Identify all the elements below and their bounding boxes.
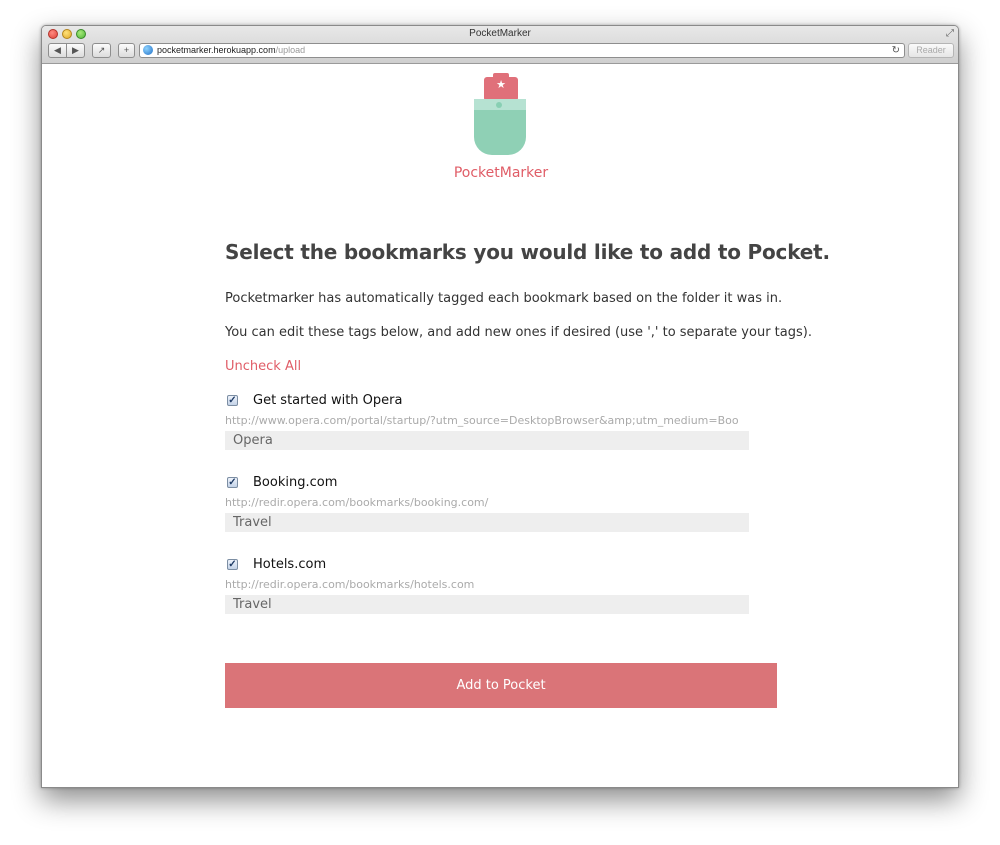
pocketmarker-logo: ★ (472, 73, 528, 161)
forward-arrow-icon: ▶ (72, 45, 79, 55)
checkmark-icon: ✓ (228, 395, 237, 406)
checkmark-icon: ✓ (228, 477, 237, 488)
globe-icon (143, 45, 153, 55)
page-title: Select the bookmarks you would like to a… (225, 240, 830, 264)
reader-button[interactable]: Reader (908, 43, 954, 58)
share-icon: ↗ (97, 45, 106, 55)
url-host: pocketmarker.herokuapp.com (157, 45, 276, 55)
intro-text: Pocketmarker has automatically tagged ea… (225, 291, 783, 306)
url-path: /upload (275, 45, 306, 55)
bookmark-tags-input[interactable] (225, 595, 749, 614)
bookmark-title: Get started with Opera (253, 393, 403, 408)
star-icon: ★ (496, 79, 506, 91)
back-arrow-icon: ◀ (54, 45, 61, 55)
bookmark-title: Booking.com (253, 475, 338, 490)
logo-button-dot (496, 102, 502, 108)
window-title: PocketMarker (469, 28, 531, 39)
checkmark-icon: ✓ (228, 559, 237, 570)
logo-pocket (474, 110, 526, 155)
plus-icon: + (123, 45, 130, 55)
page-content: ★ PocketMarker Select the bookmarks you … (42, 65, 958, 787)
bookmark-tags-input[interactable] (225, 513, 749, 532)
browser-window: PocketMarker ⤢ ◀ ▶ ↗ + pocketmarker.hero… (41, 25, 959, 788)
bookmark-title: Hotels.com (253, 557, 327, 572)
new-tab-button[interactable]: + (118, 43, 135, 58)
uncheck-all-link[interactable]: Uncheck All (225, 359, 301, 374)
bookmark-url: http://redir.opera.com/bookmarks/hotels.… (225, 578, 475, 591)
instructions-text: You can edit these tags below, and add n… (225, 325, 812, 340)
back-button[interactable]: ◀ (48, 43, 67, 58)
bookmark-tags-input[interactable] (225, 431, 749, 450)
forward-button[interactable]: ▶ (66, 43, 85, 58)
fullscreen-icon[interactable]: ⤢ (946, 28, 954, 39)
browser-titlebar: PocketMarker ⤢ ◀ ▶ ↗ + pocketmarker.hero… (42, 26, 958, 64)
reload-icon[interactable]: ↻ (892, 44, 900, 57)
brand-name: PocketMarker (453, 165, 549, 181)
bookmark-checkbox[interactable]: ✓ (227, 395, 238, 406)
bookmark-checkbox[interactable]: ✓ (227, 477, 238, 488)
add-to-pocket-button[interactable]: Add to Pocket (225, 663, 777, 708)
share-button[interactable]: ↗ (92, 43, 111, 58)
bookmark-checkbox[interactable]: ✓ (227, 559, 238, 570)
bookmark-url: http://www.opera.com/portal/startup/?utm… (225, 414, 739, 427)
address-bar[interactable]: pocketmarker.herokuapp.com/upload ↻ (139, 43, 905, 58)
bookmark-url: http://redir.opera.com/bookmarks/booking… (225, 496, 489, 509)
